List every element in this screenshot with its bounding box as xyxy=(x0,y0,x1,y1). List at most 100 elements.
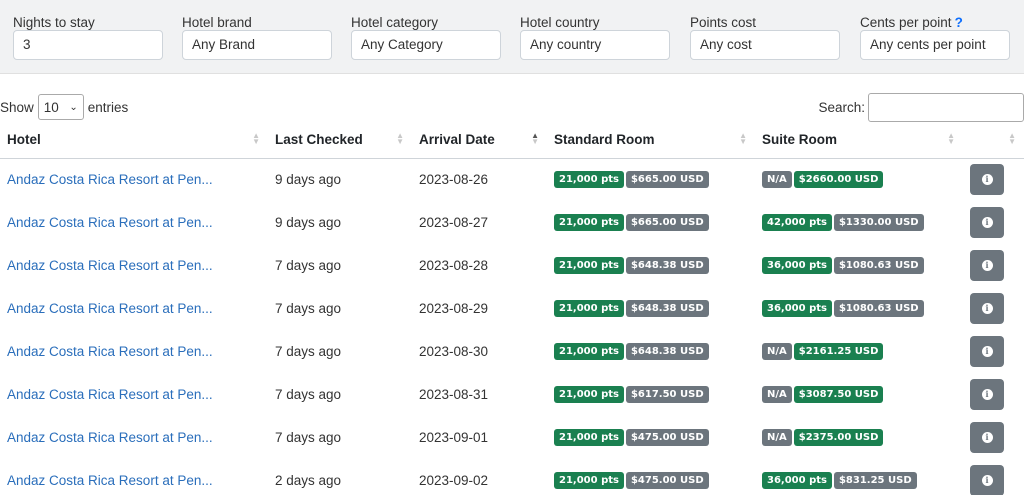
points-cost-select[interactable]: Any cost xyxy=(690,30,840,60)
info-icon: i xyxy=(981,432,993,443)
hotel-link[interactable]: Andaz Costa Rica Resort at Pen... xyxy=(7,215,213,230)
filter-points-cost-label: Points cost xyxy=(690,15,757,30)
sort-icon: ▲ ▼ xyxy=(531,131,539,146)
usd-badge: $648.38 USD xyxy=(625,300,709,317)
cell-actions: i xyxy=(963,330,1024,373)
cell-actions: i xyxy=(963,201,1024,244)
info-button[interactable]: i xyxy=(970,379,1004,410)
cell-actions: i xyxy=(963,459,1024,495)
col-arrival-date[interactable]: Arrival Date ▲ ▼ xyxy=(412,122,547,159)
hotel-link[interactable]: Andaz Costa Rica Resort at Pen... xyxy=(7,430,213,445)
country-select[interactable]: Any country xyxy=(520,30,670,60)
points-badge: N/A xyxy=(762,386,792,403)
info-button[interactable]: i xyxy=(970,336,1004,367)
col-last-checked[interactable]: Last Checked ▲ ▼ xyxy=(268,122,412,159)
points-badge: 36,000 pts xyxy=(762,257,832,274)
cpp-select[interactable]: Any cents per point xyxy=(860,30,1010,60)
cell-actions: i xyxy=(963,287,1024,330)
hotel-link[interactable]: Andaz Costa Rica Resort at Pen... xyxy=(7,301,213,316)
cell-hotel: Andaz Costa Rica Resort at Pen... xyxy=(0,201,268,244)
cell-arrival-date: 2023-08-29 xyxy=(419,301,489,316)
usd-badge: $1080.63 USD xyxy=(833,300,924,317)
col-suite-room[interactable]: Suite Room ▲ ▼ xyxy=(755,122,963,159)
info-icon: i xyxy=(981,260,993,271)
category-select[interactable]: Any Category xyxy=(351,30,501,60)
info-button[interactable]: i xyxy=(970,250,1004,281)
filter-nights-label: Nights to stay xyxy=(13,15,95,30)
usd-badge: $1080.63 USD xyxy=(833,257,924,274)
cell-arrival-date: 2023-08-31 xyxy=(419,387,489,402)
usd-badge: $1330.00 USD xyxy=(833,214,924,231)
cell-actions: i xyxy=(963,158,1024,201)
cell-last-checked: 9 days ago xyxy=(275,215,342,230)
filter-bar: Nights to stay 3 Hotel brand Any Brand H… xyxy=(0,0,1024,74)
hotel-link[interactable]: Andaz Costa Rica Resort at Pen... xyxy=(7,387,213,402)
info-button[interactable]: i xyxy=(970,465,1004,495)
cell-arrival-date: 2023-08-30 xyxy=(419,344,489,359)
nights-input[interactable]: 3 xyxy=(13,30,163,60)
cell-last-checked: 7 days ago xyxy=(275,430,342,445)
search-control: Search: xyxy=(818,93,1024,122)
usd-badge: $2161.25 USD xyxy=(793,343,884,360)
cell-hotel: Andaz Costa Rica Resort at Pen... xyxy=(0,416,268,459)
cell-standard-room: 21,000 pts $648.38 USD xyxy=(547,244,755,287)
filter-country-label: Hotel country xyxy=(520,15,600,30)
table-row: Andaz Costa Rica Resort at Pen... 7 days … xyxy=(0,287,1024,330)
points-badge: 36,000 pts xyxy=(762,300,832,317)
col-hotel[interactable]: Hotel ▲ ▼ xyxy=(0,122,268,159)
usd-badge: $2660.00 USD xyxy=(793,171,884,189)
col-actions[interactable]: ▲ ▼ xyxy=(963,122,1024,159)
usd-badge: $475.00 USD xyxy=(625,429,709,446)
cell-last-checked: 9 days ago xyxy=(275,172,342,188)
hotel-link[interactable]: Andaz Costa Rica Resort at Pen... xyxy=(7,258,213,273)
cell-last-checked: 7 days ago xyxy=(275,387,342,402)
sort-icon: ▲ ▼ xyxy=(947,131,955,146)
info-icon: i xyxy=(981,346,993,357)
table-row: Andaz Costa Rica Resort at Pen... 7 days … xyxy=(0,373,1024,416)
usd-badge: $648.38 USD xyxy=(625,343,709,360)
usd-badge: $3087.50 USD xyxy=(793,386,884,403)
usd-badge: $665.00 USD xyxy=(625,171,709,189)
col-standard-room[interactable]: Standard Room ▲ ▼ xyxy=(547,122,755,159)
hotel-link[interactable]: Andaz Costa Rica Resort at Pen... xyxy=(7,344,213,359)
cell-standard-room: 21,000 pts $648.38 USD xyxy=(547,287,755,330)
cell-last-checked: 7 days ago xyxy=(275,301,342,316)
points-badge: 21,000 pts xyxy=(554,300,624,317)
usd-badge: $617.50 USD xyxy=(625,386,709,403)
points-badge: 21,000 pts xyxy=(554,429,624,446)
filter-category-label: Hotel category xyxy=(351,15,439,30)
cell-suite-room: N/A $2375.00 USD xyxy=(755,416,963,459)
filter-nights: Nights to stay 3 xyxy=(13,14,163,60)
search-input[interactable] xyxy=(868,93,1024,122)
cell-hotel: Andaz Costa Rica Resort at Pen... xyxy=(0,244,268,287)
info-button[interactable]: i xyxy=(970,207,1004,238)
cell-arrival-date: 2023-08-28 xyxy=(419,258,489,273)
cell-hotel: Andaz Costa Rica Resort at Pen... xyxy=(0,330,268,373)
points-badge: 21,000 pts xyxy=(554,386,624,403)
help-link[interactable]: ? xyxy=(955,15,963,30)
table-row: Andaz Costa Rica Resort at Pen... 9 days … xyxy=(0,158,1024,201)
info-button[interactable]: i xyxy=(970,422,1004,453)
info-button[interactable]: i xyxy=(970,164,1004,196)
cell-standard-room: 21,000 pts $617.50 USD xyxy=(547,373,755,416)
cell-last-checked: 7 days ago xyxy=(275,344,342,359)
cell-suite-room: 36,000 pts $831.25 USD xyxy=(755,459,963,495)
points-badge: 42,000 pts xyxy=(762,214,832,231)
brand-select[interactable]: Any Brand xyxy=(182,30,332,60)
table-row: Andaz Costa Rica Resort at Pen... 7 days … xyxy=(0,244,1024,287)
filter-brand: Hotel brand Any Brand xyxy=(182,14,332,60)
filter-cpp-label: Cents per point? xyxy=(860,15,963,30)
cell-arrival-date: 2023-08-27 xyxy=(419,215,489,230)
cell-suite-room: 36,000 pts $1080.63 USD xyxy=(755,244,963,287)
show-label: Show xyxy=(0,99,34,115)
cell-suite-room: 42,000 pts $1330.00 USD xyxy=(755,201,963,244)
points-badge: N/A xyxy=(762,343,792,360)
length-select[interactable]: 10 ⌄ xyxy=(37,94,84,120)
table-row: Andaz Costa Rica Resort at Pen... 2 days … xyxy=(0,459,1024,495)
cell-actions: i xyxy=(963,416,1024,459)
hotel-link[interactable]: Andaz Costa Rica Resort at Pen... xyxy=(7,473,213,488)
hotel-link[interactable]: Andaz Costa Rica Resort at Pen... xyxy=(7,172,213,187)
chevron-down-icon: ⌄ xyxy=(69,101,78,113)
info-button[interactable]: i xyxy=(970,293,1004,324)
cell-hotel: Andaz Costa Rica Resort at Pen... xyxy=(0,459,268,495)
